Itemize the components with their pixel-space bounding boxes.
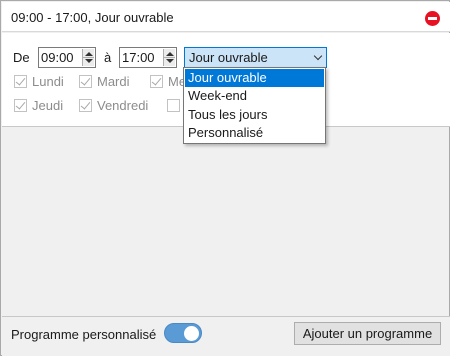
schedule-header[interactable]: 09:00 - 17:00, Jour ouvrable [2,2,450,32]
to-label: à [104,50,112,65]
spinner-divider [83,57,94,58]
day-label: Lundi [32,74,64,89]
preset-select-value: Jour ouvrable [189,50,268,65]
spin-up-icon[interactable] [85,52,93,56]
from-time-spinner[interactable] [82,49,94,66]
preset-select[interactable]: Jour ouvrable [184,47,327,68]
checkbox[interactable] [14,75,27,88]
preset-dropdown-list: Jour ouvrable Week-end Tous les jours Pe… [183,67,326,144]
to-time-field[interactable]: 17:00 [119,47,177,68]
custom-program-label: Programme personnalisé [11,327,157,342]
schedule-summary-title: 09:00 - 17:00, Jour ouvrable [11,10,174,25]
checkbox[interactable] [14,99,27,112]
remove-circle-icon[interactable] [425,11,440,26]
spin-down-icon[interactable] [85,59,93,63]
day-label: Jeudi [32,98,64,113]
from-time-field[interactable]: 09:00 [38,47,96,68]
checkbox[interactable] [150,75,163,88]
schedule-window: 09:00 - 17:00, Jour ouvrable De 09:00 à … [0,0,450,356]
to-time-spinner[interactable] [163,49,175,66]
toggle-knob [184,326,199,341]
preset-option-tous-les-jours[interactable]: Tous les jours [185,106,324,124]
to-time-value: 17:00 [122,50,155,65]
from-label: De [13,50,30,65]
spin-up-icon[interactable] [166,52,174,56]
preset-option-jour-ouvrable[interactable]: Jour ouvrable [185,69,324,87]
footer-bar: Programme personnalisé Ajouter un progra… [2,316,450,356]
checkbox[interactable] [167,99,180,112]
chevron-down-icon[interactable] [313,51,323,61]
spin-down-icon[interactable] [166,59,174,63]
preset-option-personnalise[interactable]: Personnalisé [185,124,324,142]
checkbox[interactable] [79,99,92,112]
preset-option-week-end[interactable]: Week-end [185,87,324,105]
spinner-divider [164,57,175,58]
day-label: Mardi [97,74,130,89]
custom-program-toggle[interactable] [164,323,202,343]
checkbox[interactable] [79,75,92,88]
from-time-value: 09:00 [41,50,74,65]
day-label: Vendredi [97,98,149,113]
add-program-button[interactable]: Ajouter un programme [294,322,441,345]
